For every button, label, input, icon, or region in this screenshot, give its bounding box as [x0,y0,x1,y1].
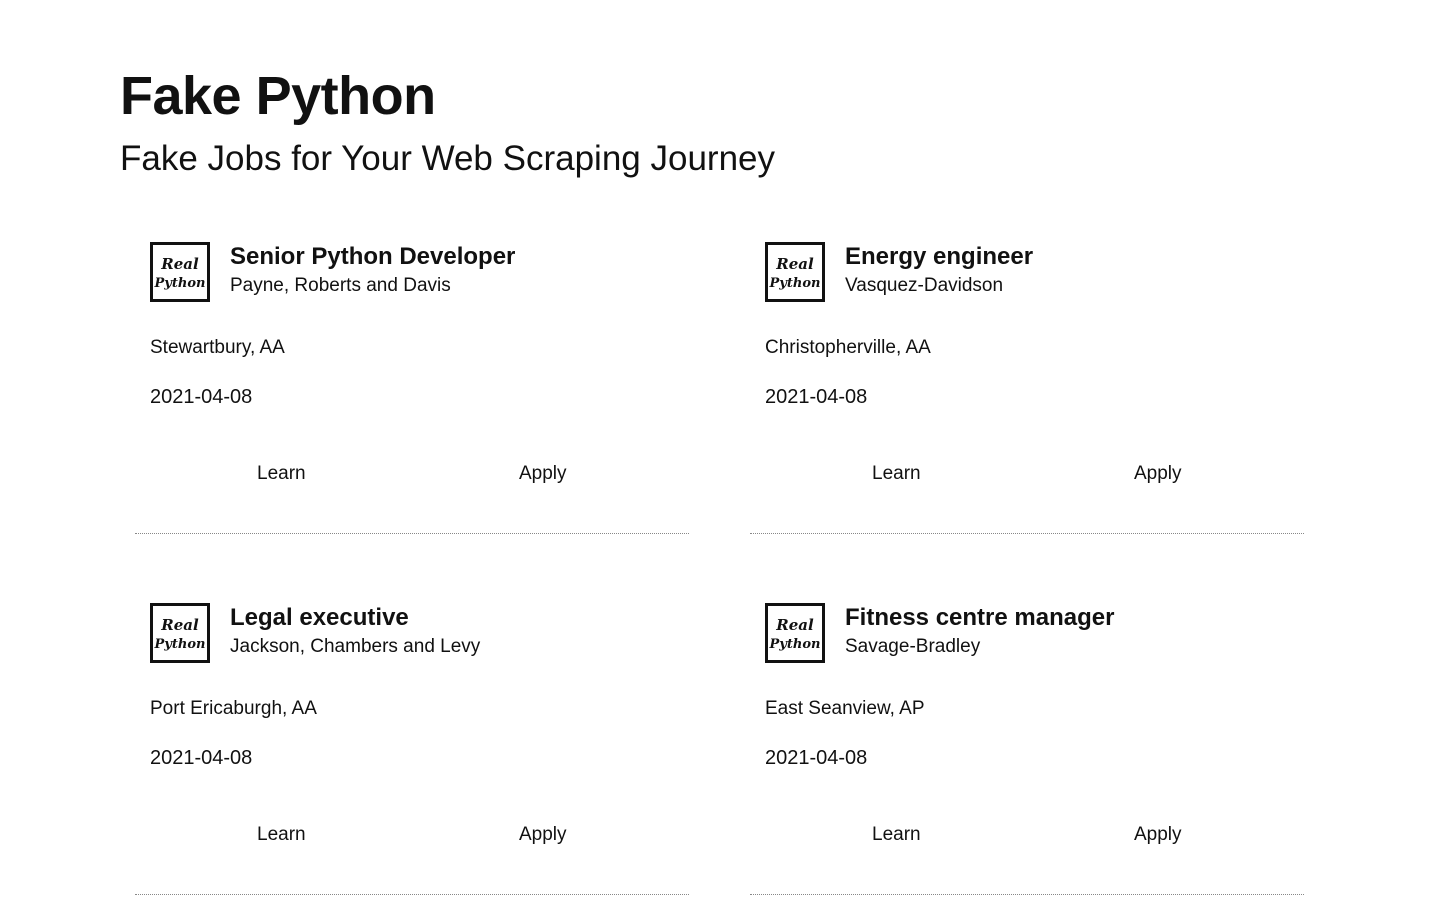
company-name: Payne, Roberts and Davis [230,275,451,296]
company-name: Jackson, Chambers and Levy [230,636,481,657]
apply-link[interactable]: Apply [519,821,567,849]
svg-text:Real: Real [160,255,199,273]
apply-link[interactable]: Apply [1134,460,1182,488]
page: Fake Python Fake Jobs for Your Web Scrap… [0,0,1440,900]
svg-text:Python: Python [154,637,206,652]
card-titles: Energy engineer Vasquez-Davidson [845,242,1033,300]
job-card: Real Python Energy engineer Vasquez-Davi… [750,228,1304,534]
page-title: Fake Python [120,66,436,126]
hero-section: Fake Python Fake Jobs for Your Web Scrap… [120,60,775,182]
company-name: Savage-Bradley [845,636,981,657]
svg-text:Real: Real [775,255,814,273]
svg-text:Real: Real [160,616,199,634]
learn-link[interactable]: Learn [257,821,306,849]
job-title: Fitness centre manager [845,604,1115,631]
learn-link[interactable]: Learn [257,460,306,488]
real-python-logo-icon: Real Python [765,603,825,663]
real-python-logo-icon: Real Python [150,603,210,663]
posted-date: 2021-04-08 [765,386,868,408]
learn-link[interactable]: Learn [872,460,921,488]
card-titles: Senior Python Developer Payne, Roberts a… [230,242,515,300]
job-title: Legal executive [230,604,409,631]
learn-link[interactable]: Learn [872,821,921,849]
job-location: Christopherville, AA [765,337,931,358]
apply-link[interactable]: Apply [519,460,567,488]
posted-date: 2021-04-08 [150,747,253,769]
job-card: Real Python Senior Python Developer Payn… [135,228,689,534]
svg-text:Python: Python [769,637,821,652]
card-footer: Learn Apply [750,460,1304,490]
posted-date: 2021-04-08 [765,747,868,769]
svg-text:Real: Real [775,616,814,634]
card-footer: Learn Apply [135,821,689,851]
job-title: Energy engineer [845,243,1034,270]
job-location: East Seanview, AP [765,698,925,719]
real-python-logo-icon: Real Python [150,242,210,302]
card-titles: Legal executive Jackson, Chambers and Le… [230,603,480,661]
card-media: Real Python Fitness centre manager Savag… [765,603,1114,663]
apply-link[interactable]: Apply [1134,821,1182,849]
card-media: Real Python Energy engineer Vasquez-Davi… [765,242,1033,302]
svg-text:Python: Python [154,276,206,291]
job-location: Stewartbury, AA [150,337,285,358]
company-name: Vasquez-Davidson [845,275,1004,296]
card-titles: Fitness centre manager Savage-Bradley [845,603,1114,661]
job-card-grid: Real Python Senior Python Developer Payn… [135,228,1305,895]
job-card: Real Python Fitness centre manager Savag… [750,589,1304,895]
card-media: Real Python Legal executive Jackson, Cha… [150,603,480,663]
svg-text:Python: Python [769,276,821,291]
page-subtitle: Fake Jobs for Your Web Scraping Journey [120,139,776,178]
real-python-logo-icon: Real Python [765,242,825,302]
card-media: Real Python Senior Python Developer Payn… [150,242,515,302]
job-title: Senior Python Developer [230,243,516,270]
card-footer: Learn Apply [750,821,1304,851]
job-card: Real Python Legal executive Jackson, Cha… [135,589,689,895]
card-footer: Learn Apply [135,460,689,490]
job-location: Port Ericaburgh, AA [150,698,317,719]
posted-date: 2021-04-08 [150,386,253,408]
